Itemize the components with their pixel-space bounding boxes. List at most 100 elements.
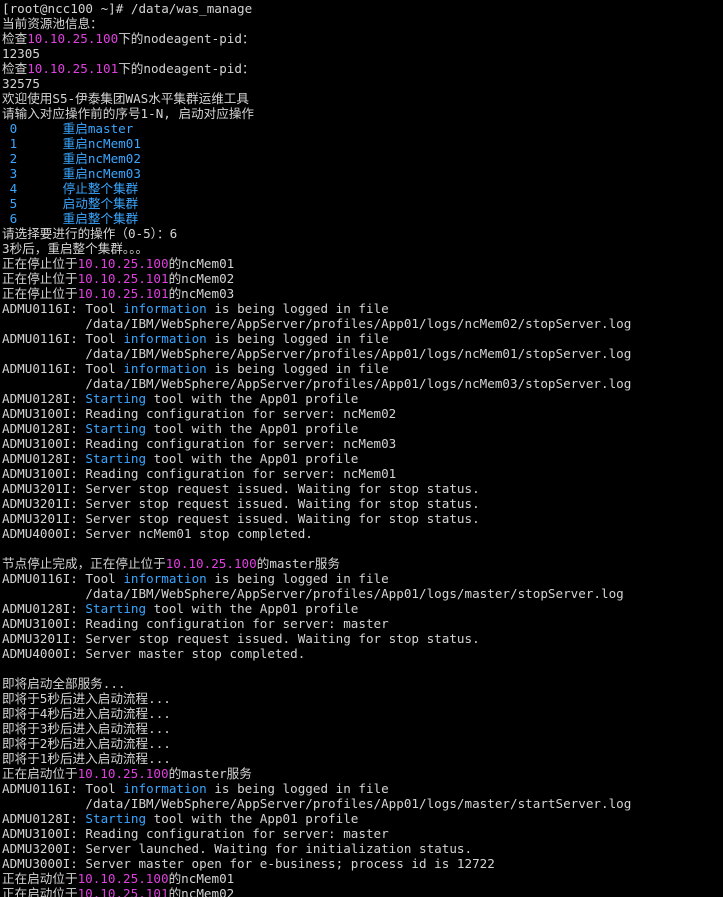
terminal-text: 节点停止完成，正在停止位于 <box>2 556 166 571</box>
terminal-window[interactable]: [root@ncc100 ~]# /data/was_manage 当前资源池信息… <box>0 0 723 897</box>
terminal-line: 节点停止完成，正在停止位于10.10.25.100的master服务 <box>2 556 723 571</box>
terminal-text: ADMU0128I: <box>2 391 86 406</box>
menu-option: 6 重启整个集群 <box>2 211 139 226</box>
ip-address: 10.10.25.100 <box>77 871 169 886</box>
log-keyword: Starting <box>85 451 147 466</box>
terminal-line: 即将于1秒后进入启动流程... <box>2 751 723 766</box>
terminal-text: ADMU0116I: Tool <box>2 781 124 796</box>
terminal-text: ADMU3100I: Reading configuration for ser… <box>2 406 397 421</box>
log-keyword: information <box>123 301 207 316</box>
terminal-text: is being logged in file <box>206 331 389 346</box>
terminal-text: 即将于4秒后进入启动流程... <box>2 706 171 721</box>
terminal-text: ADMU3100I: Reading configuration for ser… <box>2 616 389 631</box>
terminal-text: 当前资源池信息： <box>2 16 103 31</box>
terminal-text: 的master服务 <box>168 766 252 781</box>
terminal-line: 4 停止整个集群 <box>2 181 723 196</box>
terminal-line: ADMU3201I: Server stop request issued. W… <box>2 496 723 511</box>
ip-address: 10.10.25.101 <box>77 271 169 286</box>
ip-address: 10.10.25.101 <box>77 886 169 897</box>
terminal-line: 3秒后，重启整个集群。。。 <box>2 241 723 256</box>
terminal-text: 的ncMem02 <box>168 271 235 286</box>
terminal-line: 正在启动位于10.10.25.101的ncMem02 <box>2 886 723 897</box>
terminal-line: /data/IBM/WebSphere/AppServer/profiles/A… <box>2 796 723 811</box>
terminal-line: ADMU3100I: Reading configuration for ser… <box>2 406 723 421</box>
terminal-text: /data/IBM/WebSphere/AppServer/profiles/A… <box>2 796 632 811</box>
terminal-text: ADMU4000I: Server ncMem01 stop completed… <box>2 526 313 541</box>
log-keyword: Starting <box>85 421 147 436</box>
terminal-line: /data/IBM/WebSphere/AppServer/profiles/A… <box>2 586 723 601</box>
terminal-line: /data/IBM/WebSphere/AppServer/profiles/A… <box>2 376 723 391</box>
terminal-line: ADMU4000I: Server ncMem01 stop completed… <box>2 526 723 541</box>
terminal-text: ADMU3201I: Server stop request issued. W… <box>2 481 480 496</box>
terminal-text: 32575 <box>2 76 40 91</box>
ip-address: 10.10.25.100 <box>77 766 169 781</box>
terminal-text: ADMU0128I: <box>2 601 86 616</box>
terminal-text: 的ncMem01 <box>168 871 235 886</box>
terminal-line: 32575 <box>2 76 723 91</box>
terminal-line: [root@ncc100 ~]# /data/was_manage <box>2 1 723 16</box>
terminal-line: 12305 <box>2 46 723 61</box>
log-keyword: information <box>123 331 207 346</box>
terminal-line: 0 重启master <box>2 121 723 136</box>
terminal-line: 正在启动位于10.10.25.100的master服务 <box>2 766 723 781</box>
terminal-line: 2 重启ncMem02 <box>2 151 723 166</box>
terminal-text: is being logged in file <box>206 571 389 586</box>
terminal-text: tool with the App01 profile <box>146 601 359 616</box>
terminal-text: 正在启动位于 <box>2 871 78 886</box>
ip-address: 10.10.25.100 <box>27 31 119 46</box>
terminal-line: ADMU3100I: Reading configuration for ser… <box>2 436 723 451</box>
log-keyword: information <box>123 571 207 586</box>
terminal-text: is being logged in file <box>206 361 389 376</box>
terminal-text: tool with the App01 profile <box>146 451 359 466</box>
terminal-text: ADMU4000I: Server master stop completed. <box>2 646 306 661</box>
log-keyword: Starting <box>85 391 147 406</box>
terminal-line: 当前资源池信息： <box>2 16 723 31</box>
terminal-text: 即将启动全部服务... <box>2 676 126 691</box>
terminal-line: /data/IBM/WebSphere/AppServer/profiles/A… <box>2 346 723 361</box>
terminal-text: ADMU0128I: <box>2 811 86 826</box>
terminal-text: 的ncMem03 <box>168 286 235 301</box>
terminal-text: 欢迎使用S5-伊泰集团WAS水平集群运维工具 <box>2 91 249 106</box>
terminal-line: 正在停止位于10.10.25.100的ncMem01 <box>2 256 723 271</box>
terminal-text: /data/IBM/WebSphere/AppServer/profiles/A… <box>2 316 632 331</box>
terminal-line: ADMU3201I: Server stop request issued. W… <box>2 631 723 646</box>
terminal-text: ADMU0116I: Tool <box>2 571 124 586</box>
terminal-line: ADMU3100I: Reading configuration for ser… <box>2 466 723 481</box>
terminal-text: 请输入对应操作前的序号1-N, 启动对应操作 <box>2 106 255 121</box>
log-keyword: Starting <box>85 601 147 616</box>
terminal-text: is being logged in file <box>206 301 389 316</box>
terminal-line: 即将于5秒后进入启动流程... <box>2 691 723 706</box>
terminal-text: ADMU3201I: Server stop request issued. W… <box>2 496 480 511</box>
terminal-line: ADMU0128I: Starting tool with the App01 … <box>2 601 723 616</box>
terminal-text: ADMU3100I: Reading configuration for ser… <box>2 826 389 841</box>
terminal-line: 6 重启整个集群 <box>2 211 723 226</box>
terminal-line: ADMU0116I: Tool information is being log… <box>2 571 723 586</box>
menu-option: 3 重启ncMem03 <box>2 166 141 181</box>
terminal-line: ADMU0116I: Tool information is being log… <box>2 301 723 316</box>
terminal-line: ADMU3100I: Reading configuration for ser… <box>2 826 723 841</box>
terminal-line: 正在启动位于10.10.25.100的ncMem01 <box>2 871 723 886</box>
menu-option: 5 启动整个集群 <box>2 196 139 211</box>
menu-option: 4 停止整个集群 <box>2 181 139 196</box>
terminal-line: 请选择要进行的操作（0-5）：6 <box>2 226 723 241</box>
terminal-line: 即将启动全部服务... <box>2 676 723 691</box>
terminal-line: ADMU0116I: Tool information is being log… <box>2 331 723 346</box>
terminal-text: 检查 <box>2 31 28 46</box>
terminal-line: ADMU0128I: Starting tool with the App01 … <box>2 391 723 406</box>
terminal-line: ADMU4000I: Server master stop completed. <box>2 646 723 661</box>
ip-address: 10.10.25.101 <box>27 61 119 76</box>
terminal-line: 即将于3秒后进入启动流程... <box>2 721 723 736</box>
terminal-text: /data/IBM/WebSphere/AppServer/profiles/A… <box>2 586 624 601</box>
terminal-text: 请选择要进行的操作（0-5）：6 <box>2 226 178 241</box>
terminal-text: ADMU3201I: Server stop request issued. W… <box>2 631 480 646</box>
terminal-text: 的ncMem01 <box>168 256 235 271</box>
terminal-line: 检查10.10.25.101下的nodeagent-pid： <box>2 61 723 76</box>
terminal-line: ADMU0128I: Starting tool with the App01 … <box>2 811 723 826</box>
terminal-text: ADMU3100I: Reading configuration for ser… <box>2 436 397 451</box>
terminal-line: 3 重启ncMem03 <box>2 166 723 181</box>
terminal-line: ADMU3201I: Server stop request issued. W… <box>2 481 723 496</box>
terminal-text: ADMU0128I: <box>2 421 86 436</box>
terminal-line: 即将于2秒后进入启动流程... <box>2 736 723 751</box>
terminal-line: ADMU3000I: Server master open for e-busi… <box>2 856 723 871</box>
